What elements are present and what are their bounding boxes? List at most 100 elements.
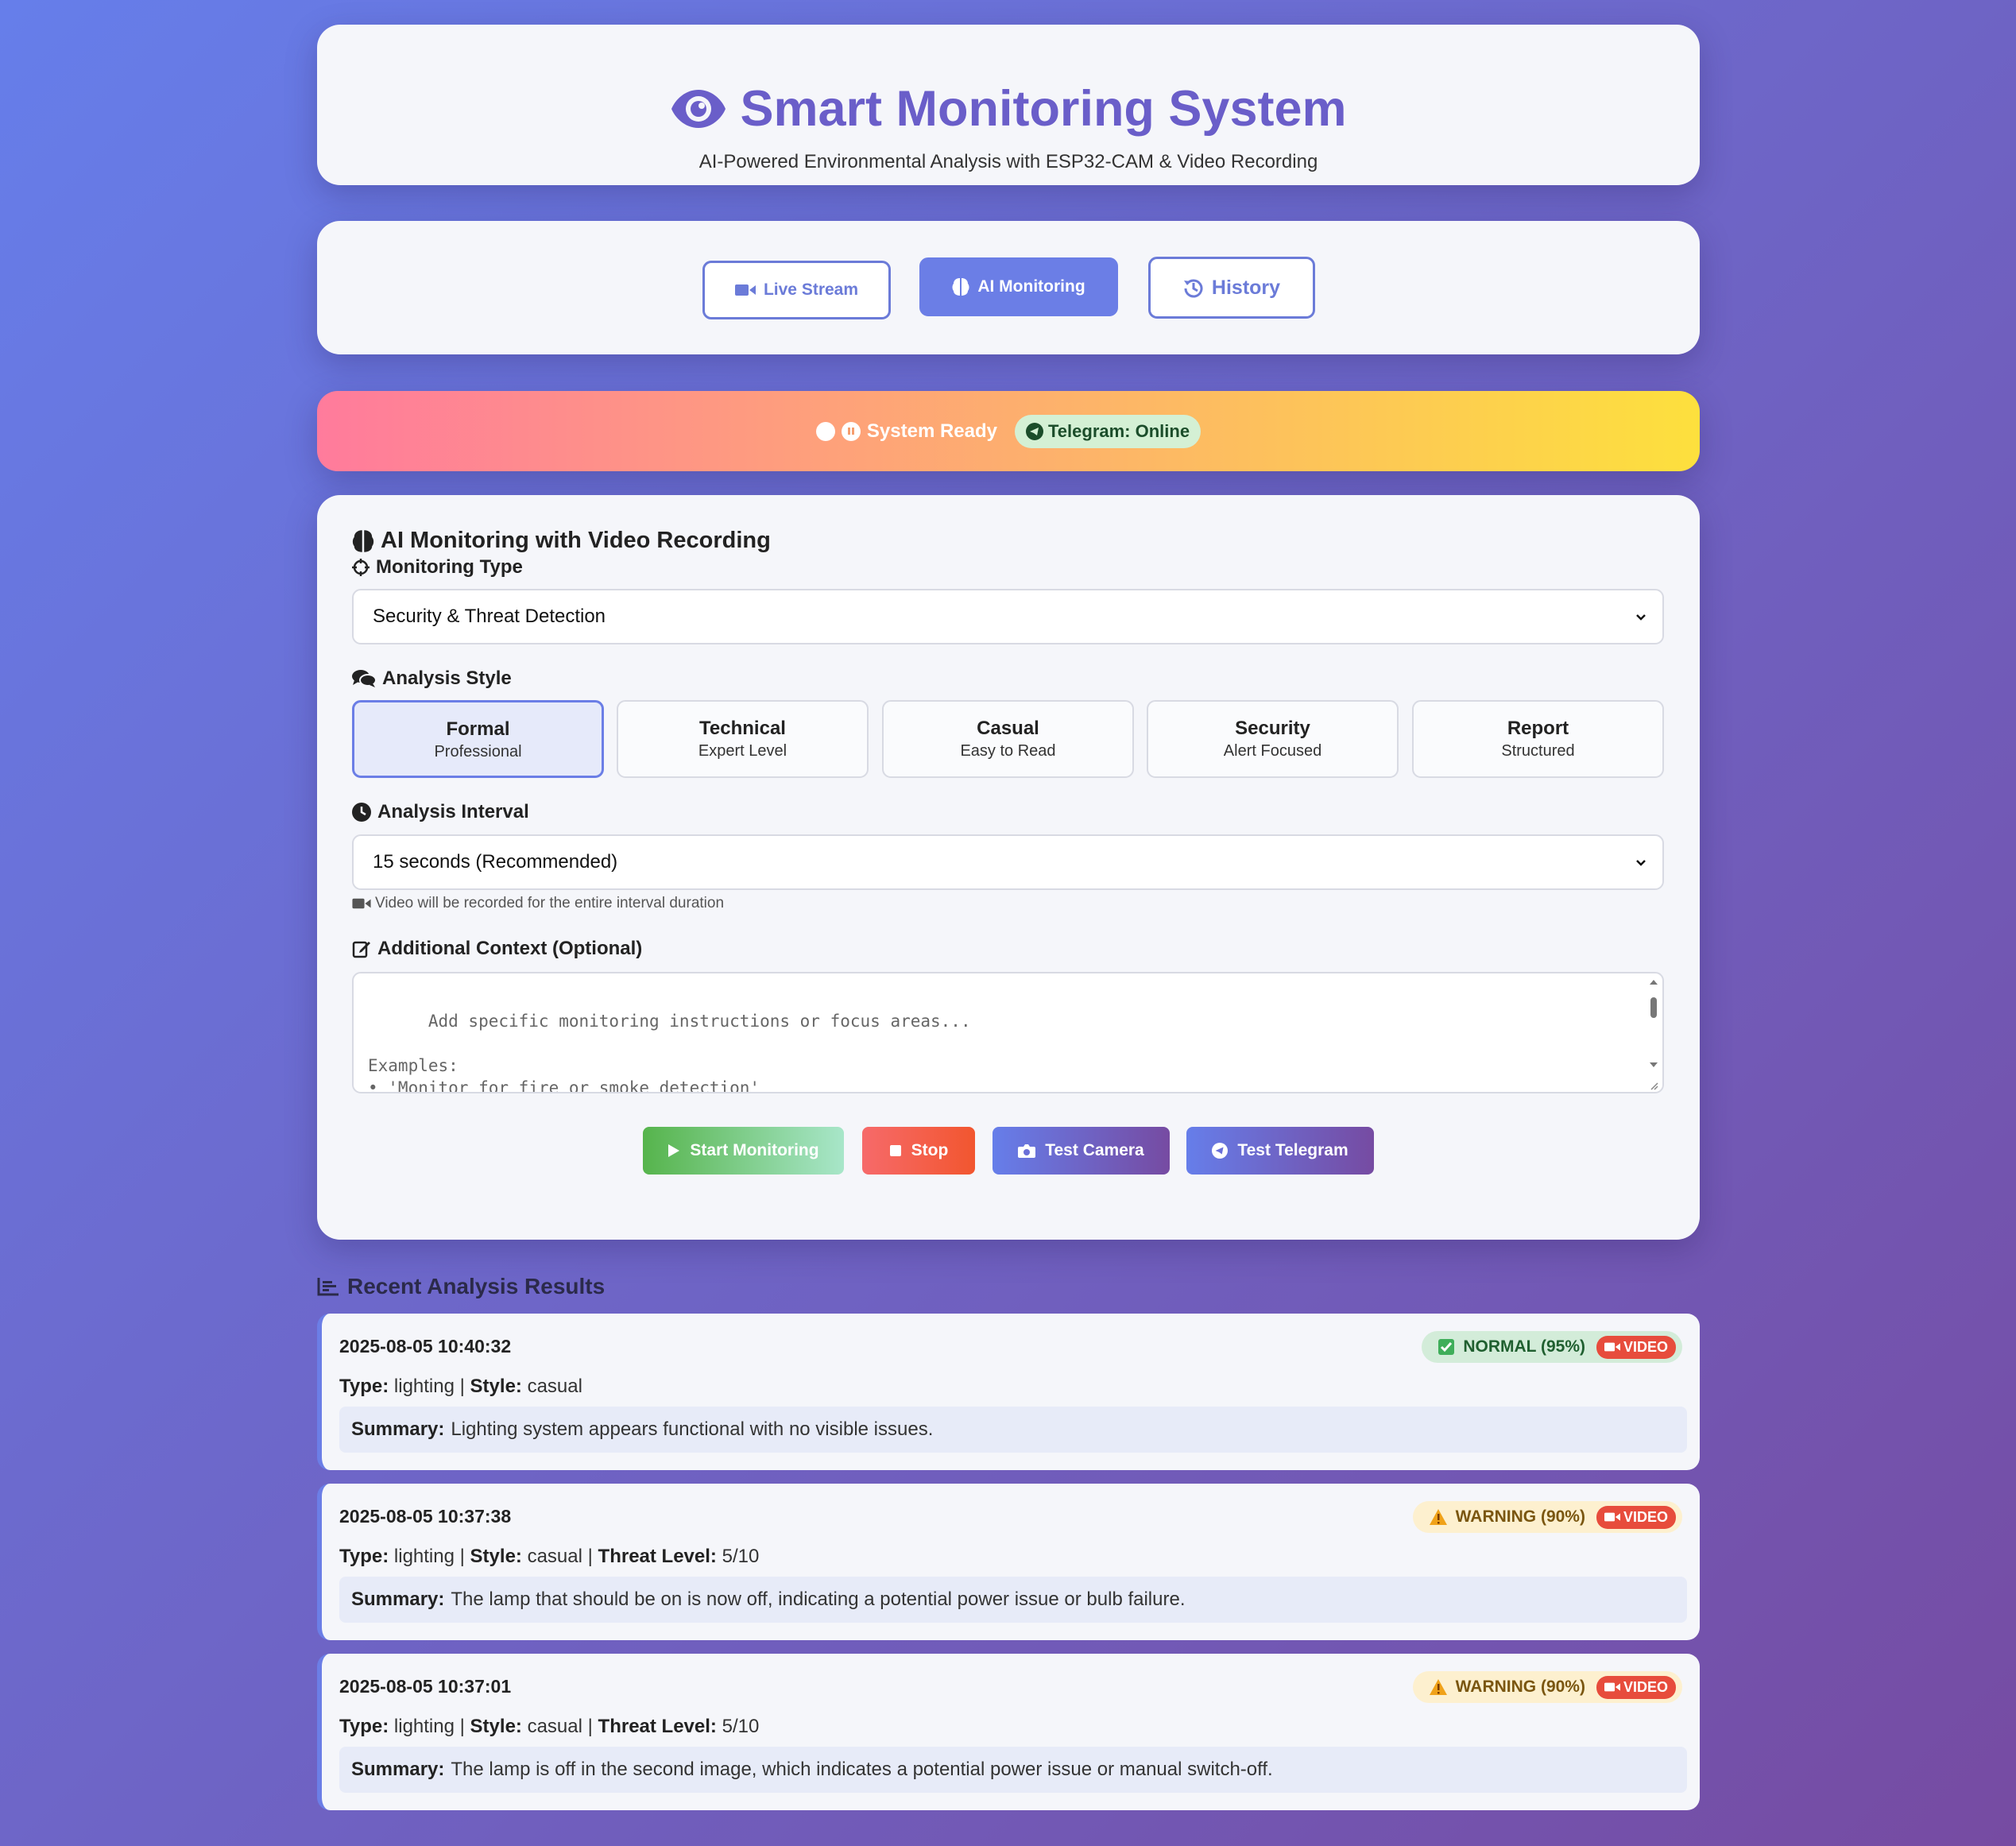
- result-status-badge: WARNING (90%) VIDEO: [1412, 1671, 1682, 1703]
- style-desc: Alert Focused: [1223, 742, 1322, 760]
- clock-icon: [352, 803, 371, 822]
- system-status-text: System Ready: [866, 420, 997, 442]
- style-option-technical[interactable]: Technical Expert Level: [617, 700, 869, 778]
- results-title: Recent Analysis Results: [317, 1274, 605, 1299]
- check-square-icon: [1438, 1339, 1455, 1355]
- system-status: System Ready: [815, 420, 997, 443]
- status-text: WARNING (90%): [1455, 1678, 1585, 1696]
- telegram-icon: [1026, 422, 1043, 440]
- analysis-interval-value: 15 seconds (Recommended): [373, 851, 618, 873]
- video-badge: VIDEO: [1596, 1505, 1676, 1529]
- style-option-report[interactable]: Report Structured: [1412, 700, 1664, 778]
- result-summary: Summary: Lighting system appears functio…: [339, 1407, 1687, 1453]
- chevron-down-icon: [1636, 614, 1646, 621]
- analysis-interval-label-text: Analysis Interval: [377, 801, 529, 822]
- type-label: Type:: [339, 1716, 389, 1737]
- style-desc: Structured: [1501, 742, 1575, 760]
- video-badge: VIDEO: [1596, 1675, 1676, 1699]
- video-camera-icon: [1604, 1682, 1620, 1692]
- style-option-formal[interactable]: Formal Professional: [352, 700, 604, 778]
- comments-icon: [352, 670, 376, 687]
- results-title-text: Recent Analysis Results: [347, 1274, 606, 1298]
- ai-monitoring-panel: AI Monitoring with Video Recording Monit…: [317, 495, 1700, 1240]
- result-meta: Type: lighting | Style: casual | Threat …: [339, 1716, 760, 1737]
- style-desc: Expert Level: [698, 742, 787, 760]
- stop-button[interactable]: Stop: [862, 1127, 975, 1175]
- subtitle: AI-Powered Environmental Analysis with E…: [698, 151, 1318, 172]
- start-monitoring-button[interactable]: Start Monitoring: [643, 1127, 844, 1175]
- camera-icon: [1018, 1144, 1036, 1158]
- style-name: Report: [1507, 718, 1569, 739]
- video-camera-icon: [734, 284, 756, 296]
- chevron-down-icon: [1636, 860, 1646, 866]
- type-value: lighting: [393, 1716, 455, 1737]
- status-text-wrap: NORMAL (95%): [1438, 1337, 1585, 1356]
- panel-title: AI Monitoring with Video Recording: [352, 528, 771, 554]
- analysis-style-label: Analysis Style: [352, 668, 512, 690]
- monitoring-type-select[interactable]: Security & Threat Detection: [352, 589, 1664, 644]
- style-desc: Professional: [434, 743, 522, 760]
- status-text-wrap: WARNING (90%): [1429, 1678, 1585, 1697]
- video-camera-icon: [1604, 1512, 1620, 1522]
- threat-label: Threat Level:: [598, 1716, 717, 1737]
- test-telegram-button[interactable]: Test Telegram: [1186, 1127, 1374, 1175]
- video-badge-text: VIDEO: [1623, 1678, 1668, 1695]
- video-camera-icon: [1604, 1342, 1620, 1352]
- brain-icon: [952, 278, 969, 296]
- result-meta: Type: lighting | Style: casual: [339, 1376, 582, 1397]
- panel-title-text: AI Monitoring with Video Recording: [381, 528, 771, 553]
- threat-value: 5/10: [722, 1546, 760, 1567]
- monitoring-type-label: Monitoring Type: [352, 556, 523, 579]
- tab-ai-monitoring[interactable]: AI Monitoring: [919, 257, 1118, 316]
- video-badge-text: VIDEO: [1623, 1508, 1668, 1525]
- tab-live-stream[interactable]: Live Stream: [702, 261, 891, 319]
- telegram-status-badge: Telegram: Online: [1015, 414, 1201, 448]
- tab-ai-monitoring-label: AI Monitoring: [977, 277, 1085, 296]
- context-textarea[interactable]: Add specific monitoring instructions or …: [352, 972, 1664, 1093]
- tab-history-label: History: [1211, 276, 1281, 299]
- result-card: 2025-08-05 10:37:01 WARNING (90%) VIDEO …: [317, 1654, 1700, 1810]
- tab-history[interactable]: History: [1148, 257, 1315, 319]
- style-value: casual: [527, 1546, 582, 1567]
- context-label-text: Additional Context (Optional): [377, 938, 643, 959]
- status-text: NORMAL (95%): [1463, 1337, 1585, 1356]
- style-option-security[interactable]: Security Alert Focused: [1147, 700, 1399, 778]
- test-camera-button[interactable]: Test Camera: [993, 1127, 1170, 1175]
- summary-text: Lighting system appears functional with …: [451, 1418, 934, 1440]
- interval-note-text: Video will be recorded for the entire in…: [375, 895, 725, 911]
- pause-icon: [841, 421, 861, 441]
- context-label: Additional Context (Optional): [352, 938, 642, 960]
- threat-label: Threat Level:: [598, 1546, 717, 1567]
- textarea-scrollbar[interactable]: [1648, 977, 1659, 1092]
- style-option-casual[interactable]: Casual Easy to Read: [882, 700, 1134, 778]
- tab-live-stream-label: Live Stream: [763, 281, 859, 299]
- result-timestamp: 2025-08-05 10:37:01: [339, 1676, 512, 1697]
- analysis-interval-select[interactable]: 15 seconds (Recommended): [352, 834, 1664, 890]
- summary-label: Summary:: [351, 1759, 445, 1780]
- analysis-style-label-text: Analysis Style: [382, 668, 512, 689]
- status-text: WARNING (90%): [1455, 1507, 1585, 1526]
- status-bar: System Ready Telegram: Online: [317, 391, 1700, 471]
- monitoring-type-value: Security & Threat Detection: [373, 606, 606, 627]
- summary-text: The lamp is off in the second image, whi…: [451, 1759, 1273, 1780]
- title-text: Smart Monitoring System: [740, 81, 1347, 137]
- analysis-style-options: Formal Professional Technical Expert Lev…: [352, 700, 1664, 778]
- context-placeholder: Add specific monitoring instructions or …: [368, 1012, 971, 1093]
- chart-bar-icon: [317, 1278, 339, 1296]
- type-value: lighting: [393, 1546, 455, 1567]
- warning-icon: [1429, 1679, 1447, 1695]
- style-value: casual: [527, 1716, 582, 1737]
- summary-label: Summary:: [351, 1589, 445, 1610]
- type-label: Type:: [339, 1376, 389, 1397]
- play-icon: [668, 1144, 680, 1157]
- summary-label: Summary:: [351, 1418, 445, 1440]
- history-icon: [1183, 279, 1203, 298]
- type-label: Type:: [339, 1546, 389, 1567]
- warning-icon: [1429, 1509, 1447, 1525]
- result-status-badge: WARNING (90%) VIDEO: [1412, 1501, 1682, 1533]
- interval-note: Video will be recorded for the entire in…: [352, 895, 724, 912]
- stop-icon: [889, 1145, 901, 1156]
- style-name: Security: [1235, 718, 1310, 739]
- result-summary: Summary: The lamp is off in the second i…: [339, 1747, 1687, 1793]
- style-value: casual: [527, 1376, 582, 1397]
